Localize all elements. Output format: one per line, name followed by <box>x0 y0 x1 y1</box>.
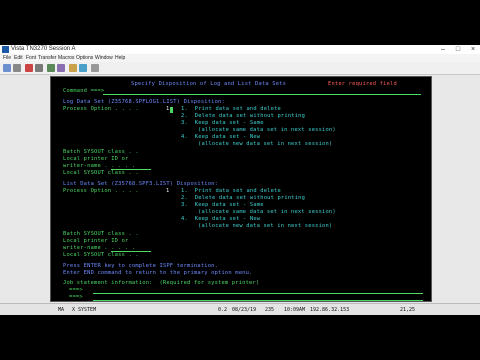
job-statement-label: Job statement information: (Required for… <box>63 280 260 286</box>
list-process-label: Process Option . . . . <box>63 188 139 194</box>
menu-bar: File Edit Font Transfer Macros Options W… <box>0 54 480 62</box>
terminal-window: Vista TN3270 Session A – □ × File Edit F… <box>0 45 480 316</box>
list-option-1: 1. Print data set and delete <box>181 188 281 194</box>
settings-icon[interactable] <box>91 64 99 72</box>
status-host: 192.86.32.153 <box>310 307 350 313</box>
list-dataset-heading: List Data Set (Z35768.SPF3.LIST) Disposi… <box>63 181 219 187</box>
status-session: 0.2 <box>218 307 228 313</box>
menu-font[interactable]: Font <box>26 55 36 61</box>
log-option-4: 4. Keep data set - New <box>181 134 261 140</box>
print-icon[interactable] <box>35 64 43 72</box>
maximize-icon[interactable]: □ <box>451 45 465 54</box>
letterbox-bottom <box>0 315 480 360</box>
job-line-2-input[interactable] <box>93 300 423 301</box>
paste-icon[interactable] <box>57 64 65 72</box>
menu-macros[interactable]: Macros <box>58 55 74 61</box>
job-line-1-input[interactable] <box>93 293 423 294</box>
minimize-icon[interactable]: – <box>436 45 450 54</box>
menu-help[interactable]: Help <box>115 55 125 61</box>
menu-file[interactable]: File <box>3 55 11 61</box>
status-cursor-position: 21,25 <box>400 307 416 313</box>
title-bar: Vista TN3270 Session A – □ × <box>0 45 480 54</box>
command-input[interactable] <box>103 94 421 95</box>
required-field-prompt: Enter required field <box>328 81 397 87</box>
log-option-4-detail: (allocate new data set in next session) <box>198 141 333 147</box>
stop-icon[interactable] <box>25 64 33 72</box>
status-date: 08/23/19 <box>232 307 257 313</box>
list-option-3: 3. Keep data set - Same <box>181 202 264 208</box>
disconnect-icon[interactable] <box>13 64 21 72</box>
screen-title: Specify Disposition of Log and List Data… <box>131 81 287 87</box>
log-option-3: 3. Keep data set - Same <box>181 120 264 126</box>
list-option-3-detail: (allocate same data set in next session) <box>198 209 336 215</box>
toolbar <box>0 62 480 75</box>
status-code: 235 <box>265 307 275 313</box>
status-ma: MA <box>58 307 65 313</box>
log-printer-label: Local printer ID or <box>63 156 129 162</box>
command-label: Command ===> <box>63 88 105 94</box>
terminal-screen[interactable]: Specify Disposition of Log and List Data… <box>50 76 432 302</box>
screen-recording: Vista TN3270 Session A – □ × File Edit F… <box>0 0 480 360</box>
list-process-field[interactable]: 1 <box>166 188 169 195</box>
status-system: X SYSTEM <box>72 307 97 313</box>
list-printer-label: Local printer ID or <box>63 238 129 244</box>
status-clock: 10:09AM <box>284 307 306 313</box>
window-title: Vista TN3270 Session A <box>11 46 76 52</box>
connect-icon[interactable] <box>3 64 11 72</box>
log-process-field[interactable]: 1 <box>166 106 169 113</box>
log-local-class-label: Local SYSOUT class . . <box>63 170 139 176</box>
close-icon[interactable]: × <box>466 45 480 54</box>
list-option-4-detail: (allocate new data set in next session) <box>198 223 333 229</box>
menu-options[interactable]: Options <box>76 55 93 61</box>
log-option-2: 2. Delete data set without printing <box>181 113 306 119</box>
transfer-icon[interactable] <box>79 64 87 72</box>
job-line-1-prefix: ===> <box>69 287 83 293</box>
letterbox-top <box>0 0 480 45</box>
log-dataset-heading: Log Data Set (Z35768.SPFLOG1.LIST) Dispo… <box>63 99 225 105</box>
list-local-class-label: Local SYSOUT class . . <box>63 252 139 258</box>
list-batch-class-label: Batch SYSOUT class . . <box>63 231 139 237</box>
log-batch-class-label: Batch SYSOUT class . . <box>63 149 139 155</box>
menu-window[interactable]: Window <box>95 55 113 61</box>
menu-transfer[interactable]: Transfer <box>38 55 56 61</box>
text-cursor <box>170 107 173 113</box>
menu-edit[interactable]: Edit <box>14 55 23 61</box>
app-icon <box>2 46 9 53</box>
press-enter-message: Press ENTER key to complete ISPF termina… <box>63 263 219 269</box>
enter-end-message: Enter END command to return to the prima… <box>63 270 253 276</box>
log-option-3-detail: (allocate same data set in next session) <box>198 127 336 133</box>
list-option-2: 2. Delete data set without printing <box>181 195 306 201</box>
copy-icon[interactable] <box>47 64 55 72</box>
list-option-4: 4. Keep data set - New <box>181 216 261 222</box>
log-process-label: Process Option . . . . <box>63 106 139 112</box>
macro-icon[interactable] <box>69 64 77 72</box>
log-option-1: 1. Print data set and delete <box>181 106 281 112</box>
job-line-2-prefix: ===> <box>69 294 83 300</box>
